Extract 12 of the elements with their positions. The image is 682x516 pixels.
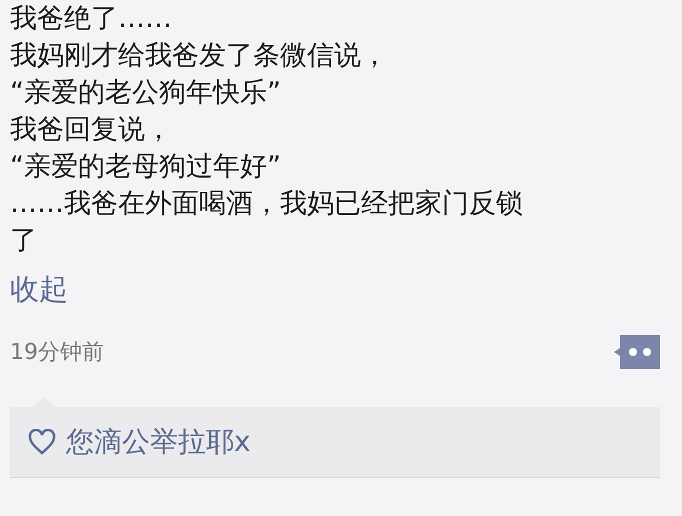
post-time: 19分钟前 — [10, 339, 104, 367]
post-text-line: 了 — [10, 224, 38, 258]
post-text-line: ……我爸在外面喝酒，我妈已经把家门反锁 — [10, 187, 524, 221]
collapse-link[interactable]: 收起 — [10, 269, 68, 309]
post-text-line: 我妈刚才给我爸发了条微信说， — [10, 39, 389, 73]
post-text-line: 我爸绝了…… — [10, 2, 173, 36]
post-text-line: “亲爱的老母狗过年好” — [10, 150, 282, 184]
post-text-line: “亲爱的老公狗年快乐” — [10, 76, 282, 110]
liker-names[interactable]: 您滴公举拉耶x — [66, 423, 251, 461]
post-text-line: 我爸回复说， — [10, 113, 173, 147]
comment-menu-icon[interactable] — [614, 335, 660, 369]
heart-icon — [28, 429, 56, 455]
